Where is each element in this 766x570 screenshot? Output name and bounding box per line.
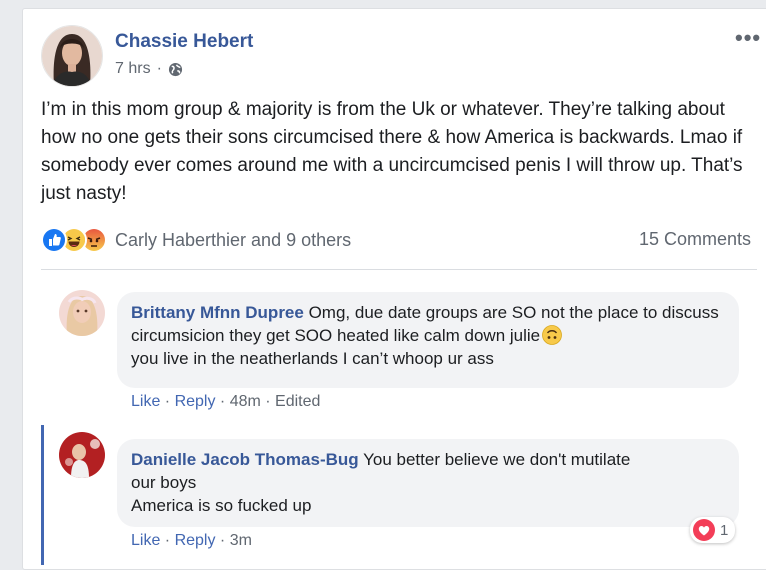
author-avatar[interactable] bbox=[41, 25, 103, 87]
reply-link[interactable]: Reply bbox=[175, 393, 216, 410]
post-text: I’m in this mom group & majority is from… bbox=[41, 99, 743, 204]
comment-reaction-badge[interactable]: 1 bbox=[690, 517, 736, 543]
comment-author-name[interactable]: Danielle Jacob Thomas-Bug bbox=[131, 450, 359, 469]
post-meta: 7 hrs · bbox=[115, 60, 183, 78]
edited-label[interactable]: Edited bbox=[275, 393, 320, 410]
more-options-icon[interactable]: ••• bbox=[735, 25, 761, 51]
like-link[interactable]: Like bbox=[131, 393, 160, 410]
reaction-count: 1 bbox=[720, 521, 729, 539]
comment-text-line2: you live in the neatherlands I can’t who… bbox=[131, 349, 494, 368]
comment-avatar[interactable] bbox=[59, 432, 105, 478]
meta-separator: · bbox=[156, 60, 162, 77]
divider bbox=[41, 269, 757, 270]
reaction-names[interactable]: Carly Haberthier and 9 others bbox=[115, 230, 351, 251]
post-author-name[interactable]: Chassie Hebert bbox=[115, 31, 253, 53]
reply-link[interactable]: Reply bbox=[175, 532, 216, 549]
comment-bubble: Danielle Jacob Thomas-Bug You better bel… bbox=[117, 439, 739, 527]
comment-count[interactable]: 15 Comments bbox=[639, 229, 751, 250]
globe-icon[interactable] bbox=[168, 62, 183, 77]
comment-text-line3: America is so fucked up bbox=[131, 496, 312, 515]
comment-time[interactable]: 48m bbox=[230, 393, 261, 410]
comment-author-name[interactable]: Brittany Mfnn Dupree bbox=[131, 303, 304, 322]
comment-time[interactable]: 3m bbox=[230, 532, 252, 549]
comment-actions: Like · Reply · 3m bbox=[131, 532, 252, 549]
post-timestamp[interactable]: 7 hrs bbox=[115, 60, 151, 78]
comment-avatar[interactable] bbox=[59, 290, 105, 336]
comment-actions: Like · Reply · 48m · Edited bbox=[131, 393, 321, 410]
like-link[interactable]: Like bbox=[131, 532, 160, 549]
upside-down-face-icon bbox=[542, 325, 563, 345]
comment-text: You better believe we don't mutilate bbox=[363, 450, 631, 469]
love-reaction-icon bbox=[693, 519, 715, 541]
comment-text-line2: our boys bbox=[131, 473, 197, 492]
comment-bubble: Brittany Mfnn Dupree Omg, due date group… bbox=[117, 292, 739, 388]
post-card: Chassie Hebert 7 hrs · ••• I’m in this m… bbox=[22, 8, 766, 570]
reply-thread-indicator bbox=[41, 425, 44, 565]
reaction-summary[interactable]: Carly Haberthier and 9 others bbox=[41, 227, 351, 253]
like-reaction-icon bbox=[41, 227, 67, 253]
